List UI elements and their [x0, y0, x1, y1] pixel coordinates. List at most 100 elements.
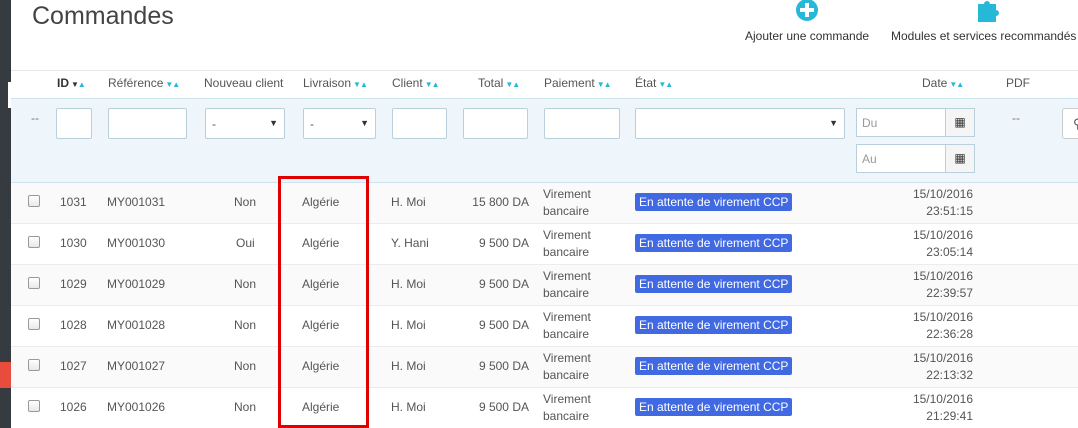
- header-payment-label: Paiement: [544, 76, 595, 90]
- sort-icon[interactable]: ▼▲: [505, 80, 520, 89]
- filter-row: -- - ▼ - ▼ ▼ Du ▦ Au ▦ -- ⚲: [11, 98, 1078, 183]
- calendar-icon[interactable]: ▦: [945, 144, 975, 173]
- cell-delivery: Algérie: [302, 359, 340, 373]
- row-checkbox[interactable]: [28, 195, 40, 207]
- cell-id: 1028: [60, 318, 87, 332]
- cell-reference: MY001027: [107, 359, 166, 373]
- sort-icon[interactable]: ▼▲: [425, 80, 440, 89]
- table-row[interactable]: 1030 MY001030 Oui Algérie Y. Hani 9 500 …: [11, 224, 1078, 265]
- filter-total-input[interactable]: [463, 108, 528, 139]
- table-row[interactable]: 1029 MY001029 Non Algérie H. Moi 9 500 D…: [11, 265, 1078, 306]
- filter-delivery-select[interactable]: - ▼: [303, 108, 376, 139]
- sort-icon[interactable]: ▼▲: [353, 80, 368, 89]
- sort-icon[interactable]: ▼▲: [597, 80, 612, 89]
- calendar-icon[interactable]: ▦: [945, 108, 975, 137]
- status-badge: En attente de virement CCP: [635, 193, 793, 211]
- cell-new-client: Non: [234, 195, 257, 209]
- header-total-label: Total: [478, 76, 504, 90]
- sort-icon[interactable]: ▼▲: [71, 80, 86, 89]
- cell-delivery: Algérie: [302, 318, 340, 332]
- sidebar-strip: [0, 0, 11, 428]
- row-checkbox[interactable]: [28, 359, 40, 371]
- cell-date-time: 23:51:15: [926, 204, 973, 218]
- filter-id-input[interactable]: [56, 108, 92, 139]
- header-status-label: État: [635, 76, 657, 90]
- cell-delivery: Algérie: [302, 277, 340, 291]
- cell-reference: MY001031: [107, 195, 166, 209]
- cell-total: 9 500 DA: [478, 277, 529, 291]
- cell-date-time: 22:36:28: [926, 327, 973, 341]
- cell-date: 15/10/2016 21:29:41: [891, 391, 973, 425]
- row-checkbox[interactable]: [28, 400, 40, 412]
- cell-payment: Virement bancaire: [543, 186, 591, 220]
- cell-payment-line1: Virement: [543, 228, 591, 242]
- cell-client: Y. Hani: [391, 236, 429, 250]
- cell-payment: Virement bancaire: [543, 350, 591, 384]
- header-client[interactable]: Client ▼▲: [392, 76, 440, 90]
- row-checkbox[interactable]: [28, 318, 40, 330]
- cell-payment: Virement bancaire: [543, 268, 591, 302]
- table-row[interactable]: 1028 MY001028 Non Algérie H. Moi 9 500 D…: [11, 306, 1078, 347]
- cell-reference: MY001029: [107, 277, 166, 291]
- cell-reference: MY001028: [107, 318, 166, 332]
- cell-payment-line2: bancaire: [543, 204, 590, 218]
- sort-icon[interactable]: ▼▲: [165, 80, 180, 89]
- search-button[interactable]: ⚲: [1062, 108, 1078, 139]
- cell-total: 9 500 DA: [478, 359, 529, 373]
- header-id-label: ID: [57, 76, 69, 90]
- header-reference-label: Référence: [108, 76, 164, 90]
- table-row[interactable]: 1031 MY001031 Non Algérie H. Moi 15 800 …: [11, 183, 1078, 224]
- header-id[interactable]: ID ▼▲: [57, 76, 86, 90]
- plus-circle-icon: [796, 0, 819, 21]
- modules-button[interactable]: Modules et services recommandés: [891, 0, 1076, 43]
- header-new-client-label: Nouveau client: [204, 76, 284, 90]
- header-reference[interactable]: Référence ▼▲: [108, 76, 180, 90]
- caret-down-icon: ▼: [829, 118, 838, 128]
- cell-date-day: 15/10/2016: [912, 351, 973, 365]
- sort-icon[interactable]: ▼▲: [949, 80, 964, 89]
- cell-id: 1026: [60, 400, 87, 414]
- filter-date-from[interactable]: Du: [856, 108, 946, 137]
- header-date[interactable]: Date ▼▲: [922, 76, 964, 90]
- filter-client-input[interactable]: [392, 108, 447, 139]
- header-total[interactable]: Total ▼▲: [478, 76, 520, 90]
- cell-new-client: Non: [234, 318, 257, 332]
- table-header: ID ▼▲ Référence ▼▲ Nouveau client Livraiso…: [11, 70, 1078, 98]
- cell-date: 15/10/2016 22:36:28: [891, 309, 973, 343]
- row-checkbox[interactable]: [28, 236, 40, 248]
- filter-delivery-value: -: [310, 117, 314, 131]
- add-order-button[interactable]: Ajouter une commande: [745, 0, 869, 43]
- header-payment[interactable]: Paiement ▼▲: [544, 76, 612, 90]
- cell-date-time: 21:29:41: [926, 409, 973, 423]
- sidebar-active-marker: [0, 362, 11, 388]
- cell-id: 1031: [60, 195, 87, 209]
- cell-reference: MY001030: [107, 236, 166, 250]
- filter-reference-input[interactable]: [108, 108, 187, 139]
- status-badge: En attente de virement CCP: [635, 275, 793, 293]
- status-badge: En attente de virement CCP: [635, 398, 793, 416]
- table-row[interactable]: 1026 MY001026 Non Algérie H. Moi 9 500 D…: [11, 388, 1078, 428]
- cell-new-client: Non: [234, 277, 257, 291]
- header-delivery[interactable]: Livraison ▼▲: [303, 76, 368, 90]
- table-row[interactable]: 1027 MY001027 Non Algérie H. Moi 9 500 D…: [11, 347, 1078, 388]
- cell-payment-line2: bancaire: [543, 286, 590, 300]
- filter-new-client-select[interactable]: - ▼: [205, 108, 285, 139]
- row-checkbox[interactable]: [28, 277, 40, 289]
- filter-status-select[interactable]: ▼: [635, 108, 845, 139]
- cell-id: 1029: [60, 277, 87, 291]
- cell-client: H. Moi: [391, 277, 426, 291]
- header-pdf: PDF: [1006, 76, 1030, 90]
- cell-payment-line1: Virement: [543, 351, 591, 365]
- header-status[interactable]: État ▼▲: [635, 76, 673, 90]
- cell-date: 15/10/2016 23:05:14: [891, 227, 973, 261]
- cell-total: 9 500 DA: [478, 236, 529, 250]
- cell-delivery: Algérie: [302, 400, 340, 414]
- filter-payment-input[interactable]: [544, 108, 620, 139]
- filter-date-to[interactable]: Au: [856, 144, 946, 173]
- cell-new-client: Oui: [236, 236, 255, 250]
- cell-date: 15/10/2016 22:39:57: [891, 268, 973, 302]
- puzzle-icon: [978, 1, 999, 22]
- sort-icon[interactable]: ▼▲: [658, 80, 673, 89]
- add-order-label: Ajouter une commande: [745, 29, 870, 43]
- modules-label: Modules et services recommandés: [891, 29, 1077, 43]
